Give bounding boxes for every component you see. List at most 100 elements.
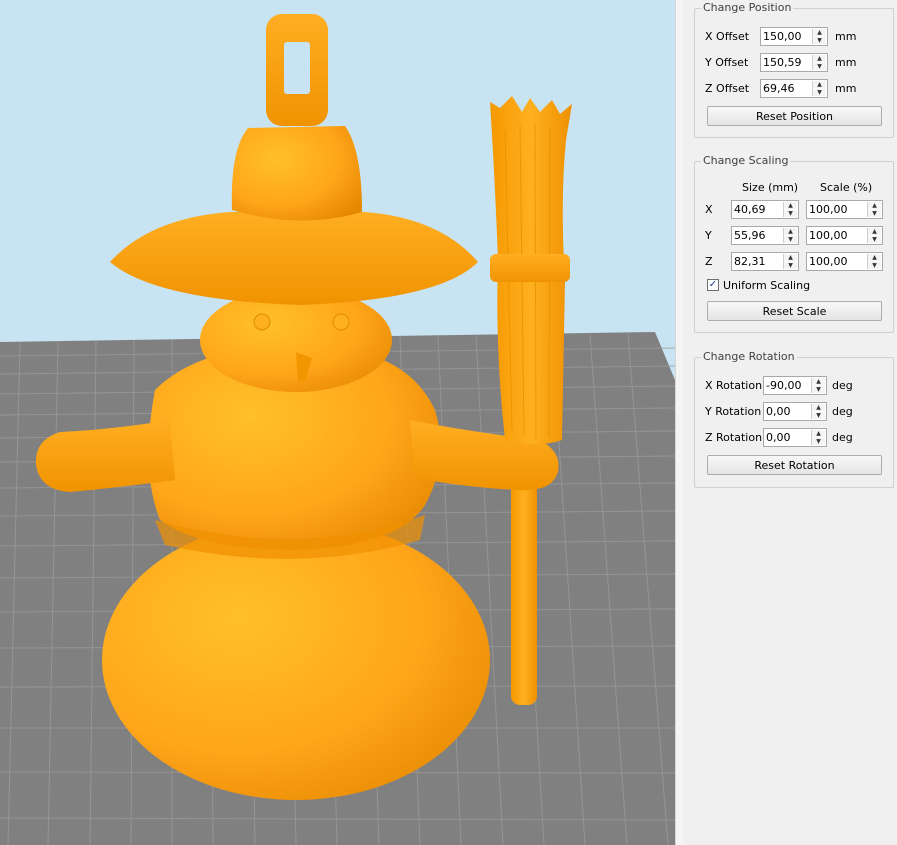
scale-z-stepper[interactable]: ▲ ▼ <box>867 254 881 269</box>
spin-down-icon[interactable]: ▼ <box>784 210 797 217</box>
reset-scale-button[interactable]: Reset Scale <box>707 301 882 321</box>
z-rotation-label: Z Rotation <box>705 431 763 444</box>
scale-row-x: X ▲▼ ▲▼ <box>695 200 895 220</box>
x-offset-unit: mm <box>835 30 857 43</box>
z-rotation-stepper[interactable]: ▲ ▼ <box>811 430 825 445</box>
y-rotation-input[interactable] <box>766 404 810 419</box>
change-scaling-group: Change Scaling Size (mm) Scale (%) X ▲▼ … <box>694 154 895 333</box>
size-column-header: Size (mm) <box>742 181 799 194</box>
reset-rotation-button[interactable]: Reset Rotation <box>707 455 882 475</box>
x-rotation-spinbox[interactable]: ▲▼ <box>763 376 827 395</box>
change-rotation-group: Change Rotation X Rotation ▲▼ deg Y Rota… <box>694 350 895 488</box>
spin-down-icon[interactable]: ▼ <box>784 236 797 243</box>
z-offset-row: Z Offset ▲▼ mm <box>695 79 895 99</box>
scale-axis-label: X <box>705 203 713 216</box>
y-offset-spinbox[interactable]: ▲▼ <box>760 53 828 72</box>
uniform-scaling-label[interactable]: Uniform Scaling <box>723 279 810 292</box>
change-scaling-title: Change Scaling <box>701 154 791 167</box>
y-offset-row: Y Offset ▲▼ mm <box>695 53 895 73</box>
y-offset-input[interactable] <box>763 55 811 70</box>
spin-up-icon[interactable]: ▲ <box>812 378 825 385</box>
spin-up-icon[interactable]: ▲ <box>812 430 825 437</box>
change-position-title: Change Position <box>701 1 794 14</box>
scale-y-stepper[interactable]: ▲ ▼ <box>867 228 881 243</box>
z-offset-label: Z Offset <box>705 82 750 95</box>
z-rotation-row: Z Rotation ▲▼ deg <box>695 428 895 448</box>
spin-up-icon[interactable]: ▲ <box>813 81 826 88</box>
spin-up-icon[interactable]: ▲ <box>784 228 797 235</box>
scale-axis-label: Y <box>705 229 712 242</box>
x-offset-input[interactable] <box>763 29 811 44</box>
spin-down-icon[interactable]: ▼ <box>813 37 826 44</box>
scale-row-y: Y ▲▼ ▲▼ <box>695 226 895 246</box>
spin-down-icon[interactable]: ▼ <box>868 236 881 243</box>
change-rotation-title: Change Rotation <box>701 350 797 363</box>
spin-down-icon[interactable]: ▼ <box>868 262 881 269</box>
scale-x-spinbox[interactable]: ▲▼ <box>806 200 883 219</box>
x-offset-label: X Offset <box>705 30 750 43</box>
scale-y-input[interactable] <box>809 228 865 243</box>
spin-down-icon[interactable]: ▼ <box>784 262 797 269</box>
spin-down-icon[interactable]: ▼ <box>813 63 826 70</box>
spin-up-icon[interactable]: ▲ <box>813 55 826 62</box>
uniform-scaling-checkbox[interactable]: ✓ <box>707 279 719 291</box>
y-rotation-spinbox[interactable]: ▲▼ <box>763 402 827 421</box>
viewport-scene <box>0 0 675 845</box>
scale-x-input[interactable] <box>809 202 865 217</box>
spin-down-icon[interactable]: ▼ <box>812 438 825 445</box>
spin-up-icon[interactable]: ▲ <box>868 202 881 209</box>
scale-z-input[interactable] <box>809 254 865 269</box>
z-offset-input[interactable] <box>763 81 811 96</box>
y-offset-label: Y Offset <box>705 56 749 69</box>
scale-z-spinbox[interactable]: ▲▼ <box>806 252 883 271</box>
spin-up-icon[interactable]: ▲ <box>868 228 881 235</box>
spin-down-icon[interactable]: ▼ <box>812 412 825 419</box>
spin-up-icon[interactable]: ▲ <box>812 404 825 411</box>
y-rotation-stepper[interactable]: ▲ ▼ <box>811 404 825 419</box>
y-offset-unit: mm <box>835 56 857 69</box>
x-offset-stepper[interactable]: ▲ ▼ <box>812 29 826 44</box>
spin-up-icon[interactable]: ▲ <box>784 254 797 261</box>
size-z-input[interactable] <box>734 254 782 269</box>
x-rotation-input[interactable] <box>766 378 810 393</box>
size-z-spinbox[interactable]: ▲▼ <box>731 252 799 271</box>
spin-down-icon[interactable]: ▼ <box>812 386 825 393</box>
x-rotation-stepper[interactable]: ▲ ▼ <box>811 378 825 393</box>
size-y-spinbox[interactable]: ▲▼ <box>731 226 799 245</box>
scale-column-header: Scale (%) <box>820 181 873 194</box>
scale-y-spinbox[interactable]: ▲▼ <box>806 226 883 245</box>
z-rotation-unit: deg <box>832 431 853 444</box>
x-offset-spinbox[interactable]: ▲▼ <box>760 27 828 46</box>
change-position-group: Change Position X Offset ▲▼ mm Y Offset … <box>694 1 895 138</box>
z-offset-spinbox[interactable]: ▲▼ <box>760 79 828 98</box>
x-rotation-row: X Rotation ▲▼ deg <box>695 376 895 396</box>
y-offset-stepper[interactable]: ▲ ▼ <box>812 55 826 70</box>
y-rotation-label: Y Rotation <box>705 405 762 418</box>
size-x-input[interactable] <box>734 202 782 217</box>
z-rotation-input[interactable] <box>766 430 810 445</box>
transform-panel: Change Position X Offset ▲▼ mm Y Offset … <box>683 0 897 845</box>
z-offset-unit: mm <box>835 82 857 95</box>
size-x-spinbox[interactable]: ▲▼ <box>731 200 799 219</box>
z-rotation-spinbox[interactable]: ▲▼ <box>763 428 827 447</box>
spin-up-icon[interactable]: ▲ <box>813 29 826 36</box>
3d-viewport[interactable] <box>0 0 675 845</box>
scale-row-z: Z ▲▼ ▲▼ <box>695 252 895 272</box>
spin-down-icon[interactable]: ▼ <box>813 89 826 96</box>
uniform-scaling-row[interactable]: ✓ Uniform Scaling <box>695 279 895 299</box>
size-z-stepper[interactable]: ▲ ▼ <box>783 254 797 269</box>
scale-x-stepper[interactable]: ▲ ▼ <box>867 202 881 217</box>
y-rotation-row: Y Rotation ▲▼ deg <box>695 402 895 422</box>
y-rotation-unit: deg <box>832 405 853 418</box>
spin-down-icon[interactable]: ▼ <box>868 210 881 217</box>
spin-up-icon[interactable]: ▲ <box>784 202 797 209</box>
x-rotation-label: X Rotation <box>705 379 763 392</box>
size-x-stepper[interactable]: ▲ ▼ <box>783 202 797 217</box>
scale-axis-label: Z <box>705 255 713 268</box>
x-offset-row: X Offset ▲▼ mm <box>695 27 895 47</box>
z-offset-stepper[interactable]: ▲ ▼ <box>812 81 826 96</box>
size-y-input[interactable] <box>734 228 782 243</box>
reset-position-button[interactable]: Reset Position <box>707 106 882 126</box>
size-y-stepper[interactable]: ▲ ▼ <box>783 228 797 243</box>
spin-up-icon[interactable]: ▲ <box>868 254 881 261</box>
